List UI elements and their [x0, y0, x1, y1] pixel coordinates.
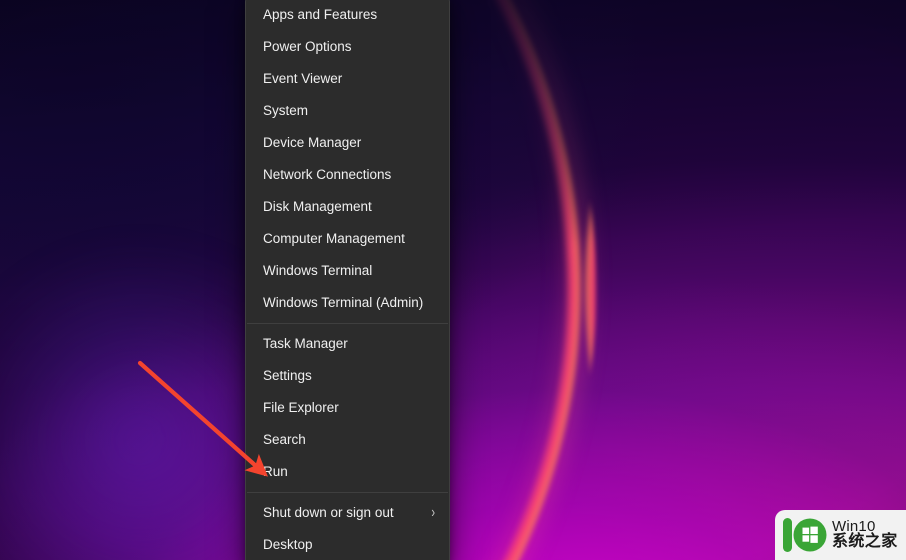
- menu-item-label: Apps and Features: [263, 7, 378, 22]
- menu-item-power-options[interactable]: Power Options: [248, 31, 447, 63]
- wallpaper: [0, 0, 906, 560]
- menu-group-session: Shut down or sign out › Desktop: [246, 497, 449, 560]
- menu-item-shut-down-or-sign-out[interactable]: Shut down or sign out ›: [248, 497, 447, 529]
- menu-item-label: System: [263, 103, 309, 118]
- menu-item-label: Shut down or sign out: [263, 505, 394, 520]
- desktop-screen: Apps and Features Power Options Event Vi…: [0, 0, 906, 560]
- chevron-right-icon: ›: [431, 503, 435, 521]
- menu-separator-2: [247, 492, 448, 493]
- watermark-badge: Win10 系统之家: [775, 510, 906, 560]
- menu-item-disk-management[interactable]: Disk Management: [248, 191, 447, 223]
- menu-group-system-tools: Apps and Features Power Options Event Vi…: [246, 0, 449, 319]
- menu-item-label: Run: [263, 464, 288, 479]
- power-user-context-menu[interactable]: Apps and Features Power Options Event Vi…: [245, 0, 450, 560]
- menu-item-computer-management[interactable]: Computer Management: [248, 223, 447, 255]
- menu-item-event-viewer[interactable]: Event Viewer: [248, 63, 447, 95]
- menu-item-label: Computer Management: [263, 231, 405, 246]
- menu-item-search[interactable]: Search: [248, 424, 447, 456]
- menu-item-windows-terminal[interactable]: Windows Terminal: [248, 255, 447, 287]
- menu-item-label: Task Manager: [263, 336, 348, 351]
- menu-item-windows-terminal-admin[interactable]: Windows Terminal (Admin): [248, 287, 447, 319]
- menu-item-device-manager[interactable]: Device Manager: [248, 127, 447, 159]
- menu-item-task-manager[interactable]: Task Manager: [248, 328, 447, 360]
- watermark-text: Win10 系统之家: [832, 519, 898, 551]
- menu-item-file-explorer[interactable]: File Explorer: [248, 392, 447, 424]
- menu-item-run[interactable]: Run: [248, 456, 447, 488]
- menu-item-apps-and-features[interactable]: Apps and Features: [248, 0, 447, 31]
- menu-item-label: Desktop: [263, 537, 313, 552]
- wallpaper-vignette: [0, 0, 906, 560]
- menu-item-network-connections[interactable]: Network Connections: [248, 159, 447, 191]
- win10-logo-icon: [781, 515, 827, 555]
- menu-item-label: Power Options: [263, 39, 352, 54]
- menu-item-label: Device Manager: [263, 135, 362, 150]
- menu-item-settings[interactable]: Settings: [248, 360, 447, 392]
- watermark-line-2: 系统之家: [832, 533, 898, 551]
- menu-item-label: File Explorer: [263, 400, 339, 415]
- menu-group-shell-tools: Task Manager Settings File Explorer Sear…: [246, 328, 449, 488]
- menu-item-label: Event Viewer: [263, 71, 343, 86]
- menu-separator-1: [247, 323, 448, 324]
- menu-item-label: Windows Terminal: [263, 263, 373, 278]
- menu-item-label: Windows Terminal (Admin): [263, 295, 424, 310]
- menu-item-desktop[interactable]: Desktop: [248, 529, 447, 560]
- menu-item-system[interactable]: System: [248, 95, 447, 127]
- menu-item-label: Search: [263, 432, 306, 447]
- menu-item-label: Disk Management: [263, 199, 372, 214]
- menu-item-label: Network Connections: [263, 167, 392, 182]
- menu-item-label: Settings: [263, 368, 312, 383]
